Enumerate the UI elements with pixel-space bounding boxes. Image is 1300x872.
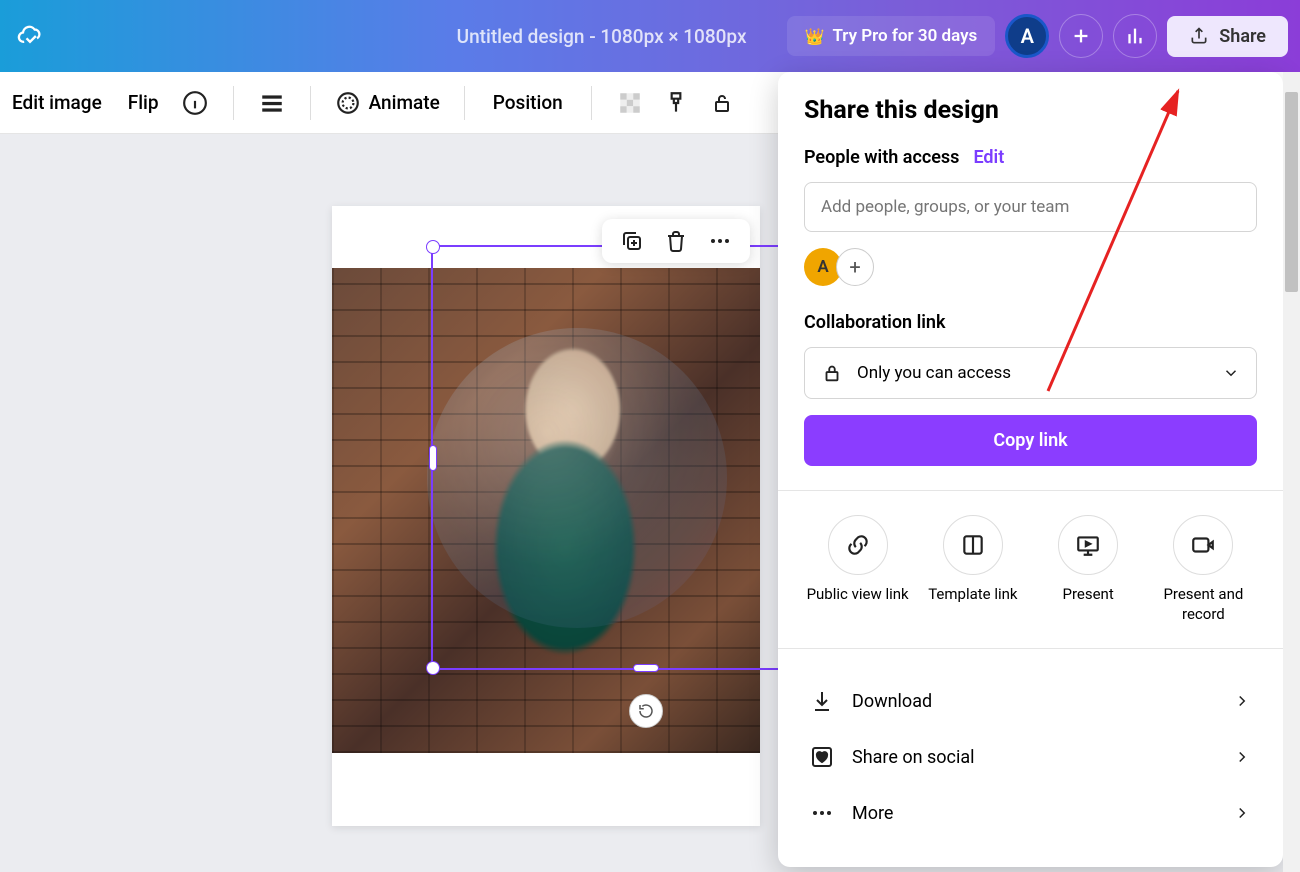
design-canvas[interactable] (332, 206, 760, 826)
delete-icon[interactable] (664, 229, 688, 253)
heart-square-icon (810, 745, 834, 769)
share-button-label: Share (1219, 26, 1266, 47)
present-option[interactable]: Present (1035, 515, 1142, 624)
menu-label: Download (852, 691, 1215, 712)
canvas-image[interactable] (332, 268, 760, 753)
divider (778, 490, 1283, 491)
edit-access-link[interactable]: Edit (973, 147, 1004, 168)
divider (233, 86, 234, 120)
download-menu-item[interactable]: Download (804, 673, 1257, 729)
menu-label: Share on social (852, 747, 1215, 768)
analytics-button[interactable] (1113, 14, 1157, 58)
lines-icon[interactable] (258, 89, 286, 117)
document-title[interactable]: Untitled design - 1080px × 1080px (457, 25, 747, 48)
option-label: Template link (928, 585, 1017, 605)
dots-icon (810, 801, 834, 825)
add-member-icon[interactable]: + (836, 248, 874, 286)
divider (778, 648, 1283, 649)
animate-button[interactable]: Animate (335, 90, 440, 116)
chevron-down-icon (1222, 364, 1240, 382)
template-link-option[interactable]: Template link (919, 515, 1026, 624)
animate-label: Animate (369, 91, 440, 114)
element-actions-bar (602, 219, 750, 263)
more-icon[interactable] (708, 229, 732, 253)
position-button[interactable]: Position (489, 85, 567, 120)
copy-style-icon[interactable] (662, 89, 690, 117)
vertical-scrollbar[interactable] (1283, 72, 1300, 872)
divider (591, 86, 592, 120)
share-social-menu-item[interactable]: Share on social (804, 729, 1257, 785)
duplicate-icon[interactable] (620, 229, 644, 253)
crown-icon: 👑 (805, 27, 825, 46)
collab-link-label: Collaboration link (804, 312, 1257, 333)
divider (310, 86, 311, 120)
option-label: Present and record (1150, 585, 1257, 624)
share-button[interactable]: Share (1167, 16, 1288, 57)
resize-handle-nw[interactable] (426, 240, 440, 254)
lock-icon (821, 362, 843, 384)
scrollbar-thumb[interactable] (1285, 92, 1298, 292)
more-menu-item[interactable]: More (804, 785, 1257, 841)
download-icon (810, 689, 834, 713)
public-view-link-option[interactable]: Public view link (804, 515, 911, 624)
access-dropdown[interactable]: Only you can access (804, 347, 1257, 399)
copy-link-button[interactable]: Copy link (804, 415, 1257, 466)
menu-label: More (852, 803, 1215, 824)
option-label: Public view link (807, 585, 909, 605)
share-panel: Share this design People with access Edi… (778, 72, 1283, 867)
edit-image-button[interactable]: Edit image (8, 85, 106, 120)
cloud-sync-icon[interactable] (16, 22, 44, 50)
chevron-right-icon (1233, 692, 1251, 710)
try-pro-label: Try Pro for 30 days (832, 26, 977, 46)
present-record-option[interactable]: Present and record (1150, 515, 1257, 624)
try-pro-button[interactable]: 👑 Try Pro for 30 days (787, 16, 996, 56)
option-label: Present (1063, 585, 1114, 605)
add-people-input[interactable] (804, 182, 1257, 232)
top-bar: Untitled design - 1080px × 1080px 👑 Try … (0, 0, 1300, 72)
chevron-right-icon (1233, 804, 1251, 822)
divider (464, 86, 465, 120)
share-panel-title: Share this design (804, 96, 1257, 125)
transparency-icon[interactable] (616, 89, 644, 117)
chevron-right-icon (1233, 748, 1251, 766)
user-avatar[interactable]: A (1005, 14, 1049, 58)
access-dropdown-value: Only you can access (857, 363, 1208, 383)
people-access-label: People with access (804, 147, 959, 168)
add-member-button[interactable] (1059, 14, 1103, 58)
flip-button[interactable]: Flip (124, 85, 163, 120)
info-icon[interactable] (181, 89, 209, 117)
lock-icon[interactable] (708, 89, 736, 117)
